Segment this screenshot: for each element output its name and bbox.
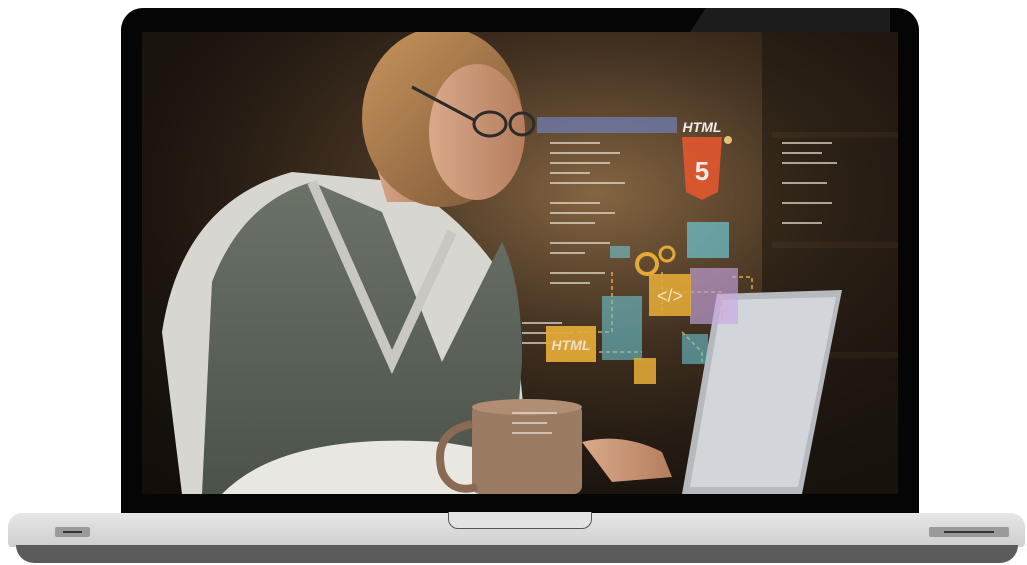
lock-icon	[634, 358, 656, 384]
laptop-base-shadow	[16, 545, 1018, 563]
code-symbol-text: </>	[657, 286, 683, 306]
holo-panel-document	[602, 296, 642, 360]
laptop-opening-notch	[448, 512, 592, 529]
holo-panel-window	[687, 222, 729, 258]
html5-badge-number: 5	[695, 156, 709, 186]
html-tag-text: HTML	[552, 337, 591, 353]
developer-hologram-illustration: </> HTML 5 HTML	[142, 32, 898, 494]
laptop-screen-photo: </> HTML 5 HTML	[142, 32, 898, 494]
laptop-vent-right	[929, 527, 1009, 537]
lid-glare	[690, 8, 890, 32]
holo-panel-purple	[690, 268, 738, 324]
laptop-vent-left	[55, 527, 90, 537]
html5-badge-label: HTML	[683, 119, 722, 135]
